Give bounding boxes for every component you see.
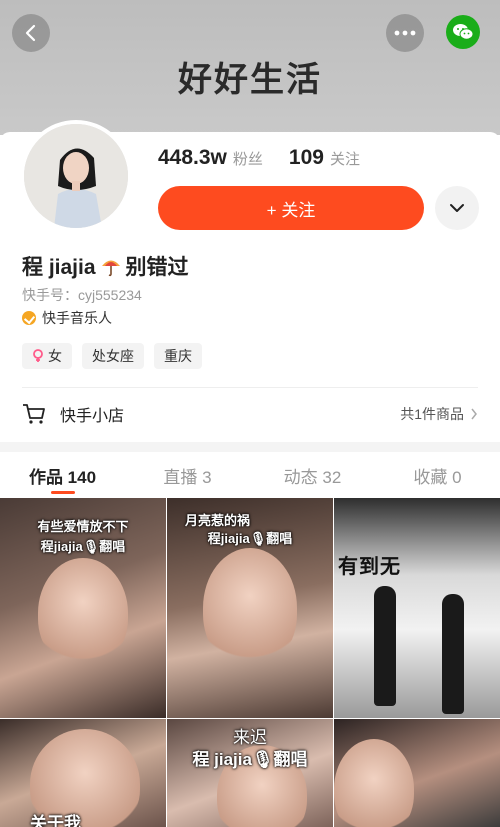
female-icon — [33, 349, 43, 362]
face-image — [38, 558, 128, 668]
page-title: 好好生活 — [178, 61, 322, 99]
verified-icon — [22, 311, 36, 325]
tab-favorites[interactable]: 收藏 0 — [375, 452, 500, 498]
video-thumbnail[interactable]: 来迟 程 jiajia🎙翻唱 — [167, 719, 333, 827]
following-count[interactable]: 109 — [289, 146, 324, 170]
video-grid: 有些爱情放不下 程jiajia🎙翻唱 月亮惹的祸 程jiajia🎙翻唱 有到无 … — [0, 498, 500, 827]
video-caption: 有些爱情放不下 — [37, 519, 129, 534]
profile-tags: 女 处女座 重庆 — [22, 343, 202, 369]
chevron-right-icon — [471, 408, 477, 420]
shop-count-text: 共1件商品 — [400, 406, 464, 422]
video-thumbnail[interactable] — [334, 719, 500, 827]
divider — [22, 387, 478, 388]
tag-zodiac: 处女座 — [82, 343, 144, 369]
profile-name-suffix: 别错过 — [125, 256, 189, 279]
video-caption: 程jiajia🎙翻唱 — [207, 531, 293, 546]
shop-label: 快手小店 — [60, 408, 125, 425]
section-separator — [0, 442, 500, 452]
umbrella-emoji-icon — [101, 260, 120, 277]
more-button[interactable] — [386, 14, 424, 52]
dancer-figure — [442, 594, 464, 714]
more-options-button[interactable] — [435, 186, 479, 230]
verification-badge[interactable]: 快手音乐人 — [22, 308, 112, 328]
tag-gender: 女 — [22, 343, 72, 369]
tag-location: 重庆 — [154, 343, 202, 369]
avatar[interactable] — [20, 120, 132, 232]
video-thumbnail[interactable]: 关于我 — [0, 719, 166, 827]
followers-count[interactable]: 448.3w — [158, 146, 227, 170]
shop-entry[interactable]: 快手小店 共1件商品 — [22, 398, 478, 430]
video-caption: 程jiajia🎙翻唱 — [40, 539, 126, 554]
profile-banner: 好好生活 — [0, 0, 500, 135]
profile-name: 程 jiajia 别错过 — [22, 251, 189, 281]
content-tabs: 作品 140 直播 3 动态 32 收藏 0 — [0, 452, 500, 498]
dancer-figure — [374, 586, 396, 706]
profile-name-prefix: 程 jiajia — [22, 256, 96, 279]
video-thumbnail[interactable]: 有些爱情放不下 程jiajia🎙翻唱 — [0, 498, 166, 718]
wechat-share-button[interactable] — [446, 15, 480, 49]
video-caption: 有到无 — [338, 556, 401, 578]
video-caption: 月亮惹的祸 — [185, 513, 251, 528]
video-thumbnail[interactable]: 月亮惹的祸 程jiajia🎙翻唱 — [167, 498, 333, 718]
tab-live[interactable]: 直播 3 — [125, 452, 250, 498]
avatar-image — [24, 124, 128, 228]
tab-moments[interactable]: 动态 32 — [250, 452, 375, 498]
following-label[interactable]: 关注 — [330, 148, 360, 169]
follow-button[interactable]: + 关注 — [158, 186, 424, 230]
tag-gender-label: 女 — [48, 348, 62, 364]
followers-label[interactable]: 粉丝 — [233, 148, 263, 169]
video-caption: 程 jiajia🎙翻唱 — [192, 750, 308, 769]
more-dots-icon — [394, 30, 416, 36]
profile-stats: 448.3w 粉丝 109 关注 — [158, 146, 380, 174]
kuaishou-id[interactable]: 快手号：cyj555234 — [22, 285, 142, 305]
tab-works[interactable]: 作品 140 — [0, 452, 125, 498]
chevron-down-icon — [450, 204, 464, 212]
chevron-left-icon — [25, 24, 36, 42]
verification-label: 快手音乐人 — [42, 310, 112, 326]
face-image — [334, 739, 414, 827]
video-caption: 关于我 — [30, 814, 81, 827]
face-image — [203, 548, 297, 668]
video-thumbnail[interactable]: 有到无 — [334, 498, 500, 718]
back-button[interactable] — [12, 14, 50, 52]
shopping-cart-icon — [23, 404, 45, 424]
shop-count: 共1件商品 — [400, 404, 478, 424]
wechat-icon — [453, 24, 474, 40]
